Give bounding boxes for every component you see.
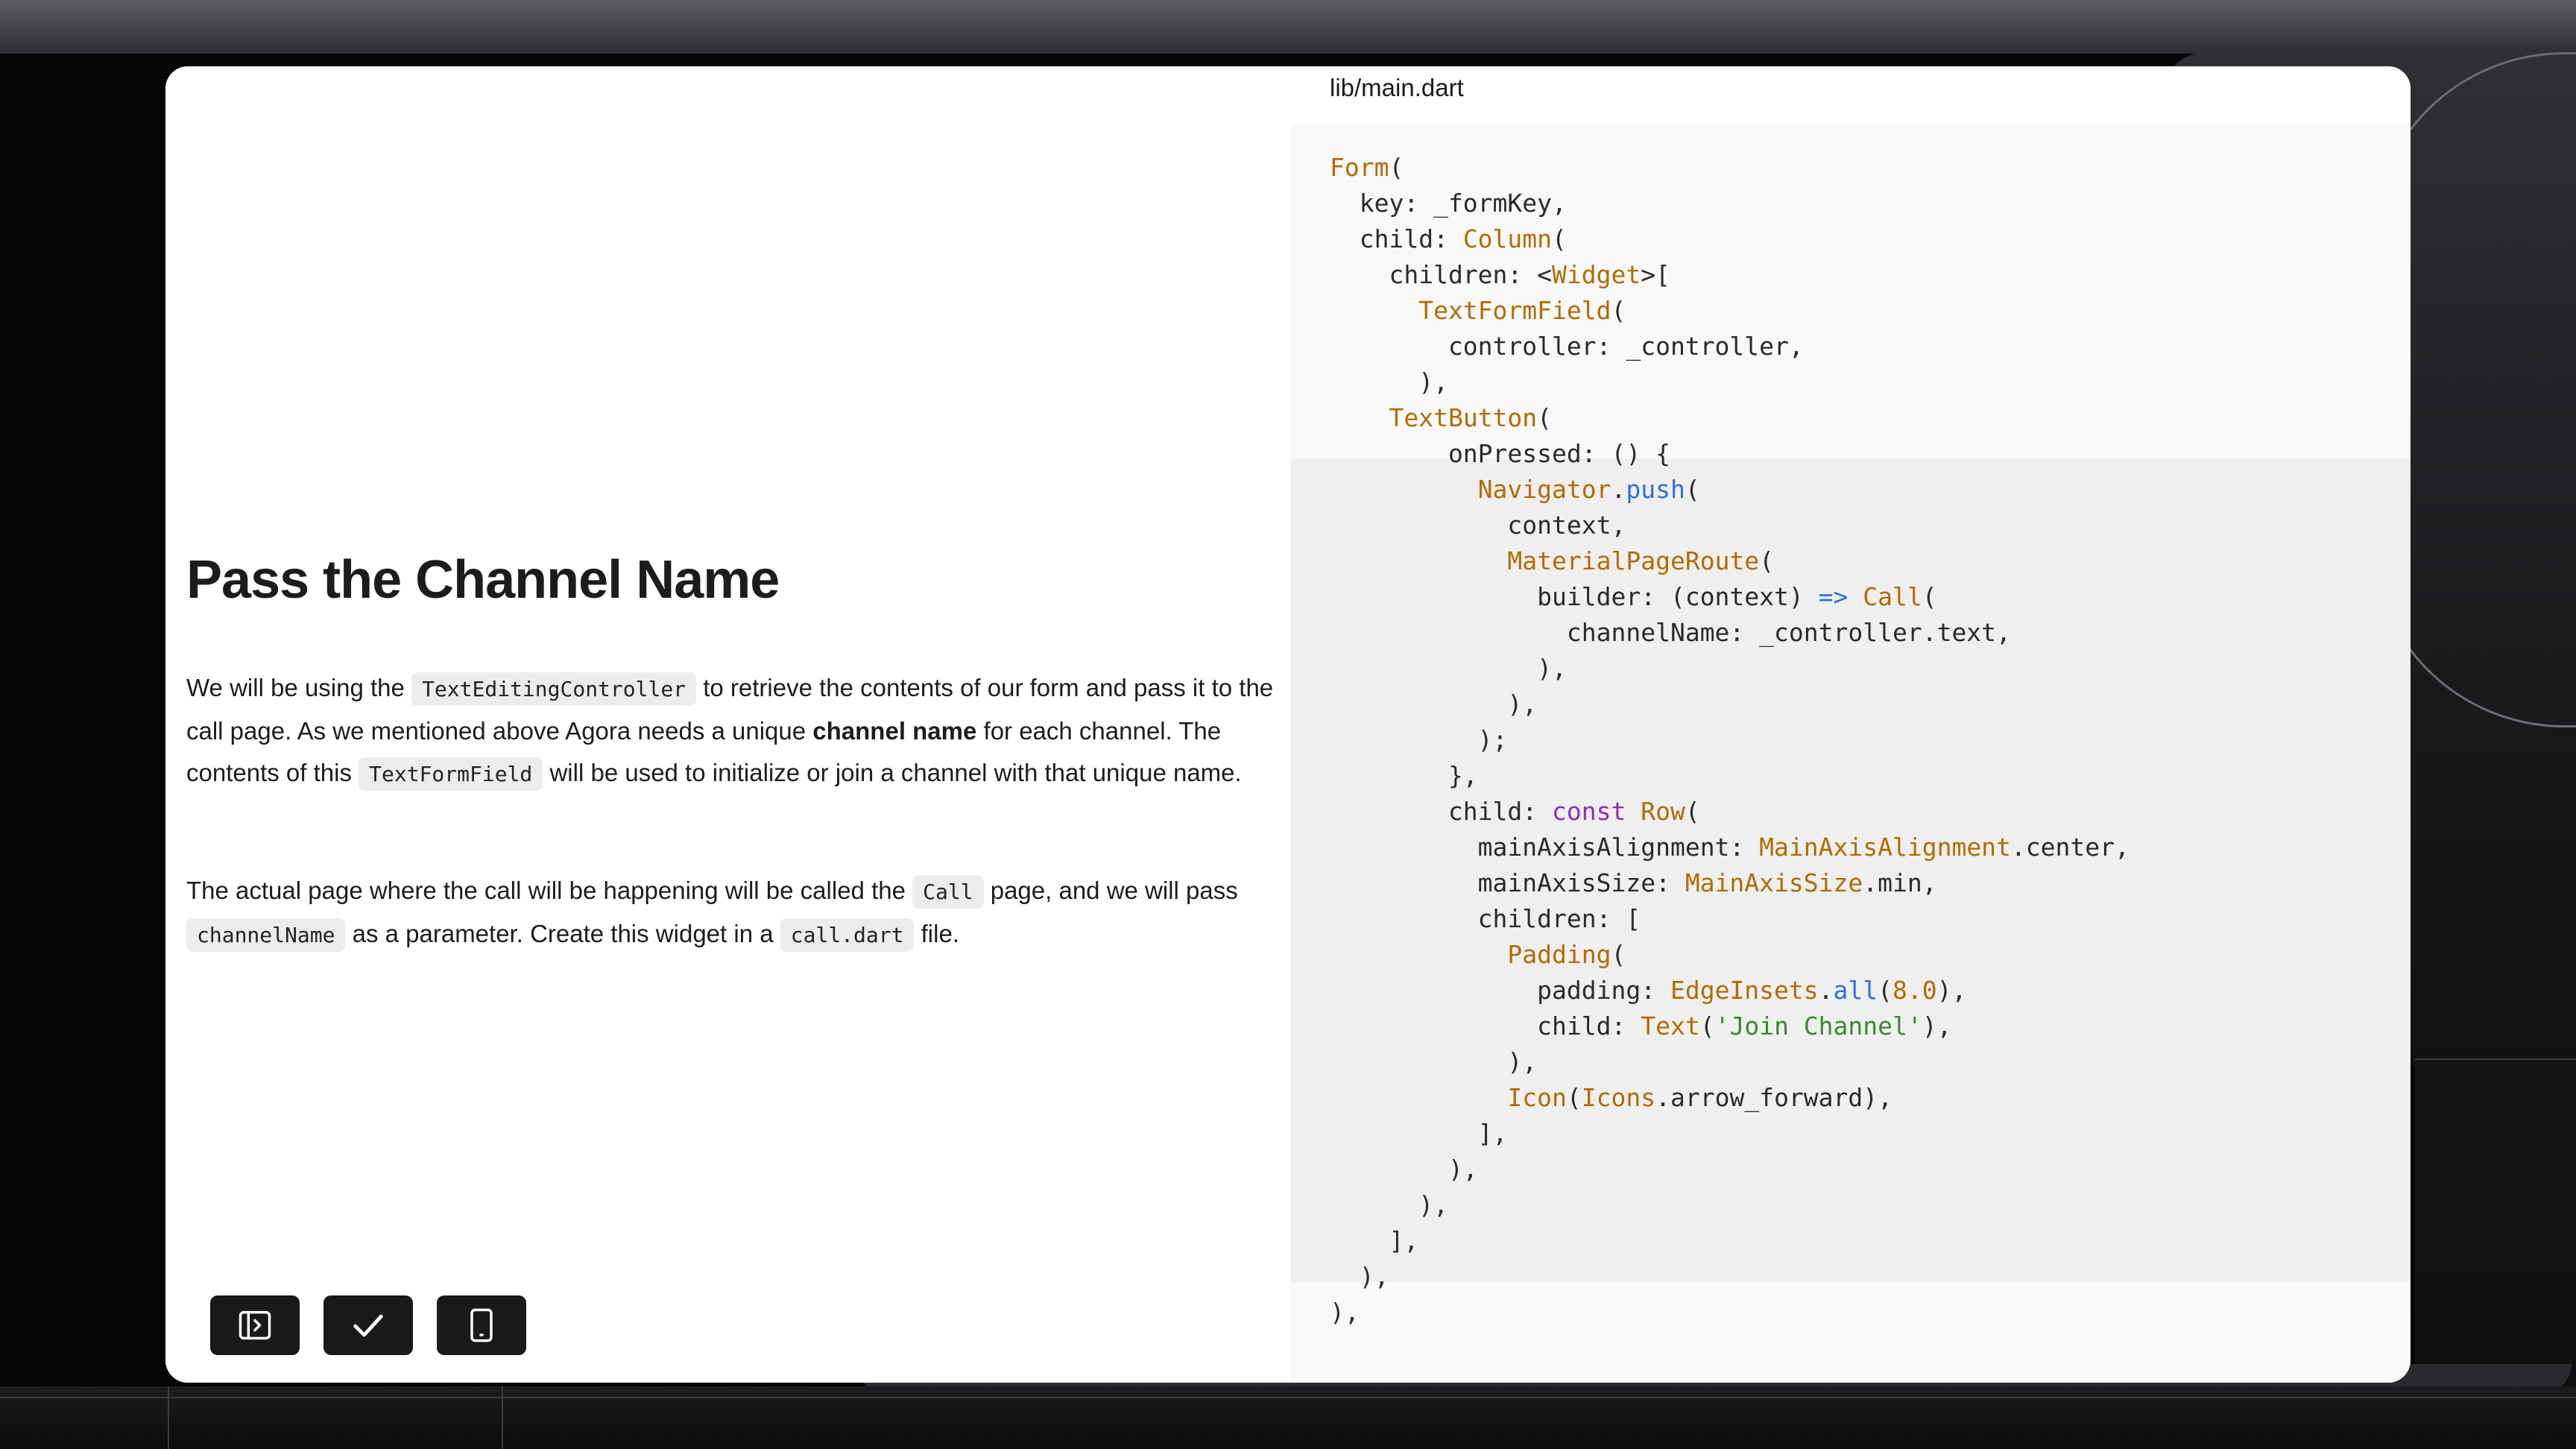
text: We will be using the bbox=[186, 674, 412, 701]
code-line: context, bbox=[1330, 511, 1626, 540]
sidebar-toggle-icon bbox=[239, 1310, 271, 1340]
lesson-toolbar bbox=[210, 1295, 526, 1355]
code-line: ); bbox=[1330, 725, 1508, 754]
text: will be used to initialize or join a cha… bbox=[543, 759, 1242, 786]
code-line: ), bbox=[1330, 1155, 1478, 1184]
code-line: onPressed: () { bbox=[1330, 439, 1670, 468]
code-line: Icon(Icons.arrow_forward), bbox=[1507, 1083, 1893, 1112]
text: file. bbox=[914, 920, 959, 947]
code-line: ], bbox=[1330, 1119, 1508, 1148]
code-line: key: _formKey, bbox=[1330, 189, 1567, 218]
toggle-sidebar-button[interactable] bbox=[210, 1295, 300, 1355]
tutorial-window: Pass the Channel Name We will be using t… bbox=[165, 66, 2411, 1383]
code-line: builder: (context) => Call( bbox=[1330, 582, 1937, 611]
code-line: TextFormField( bbox=[1418, 296, 1626, 325]
code-line: }, bbox=[1330, 761, 1478, 790]
code-line: ), bbox=[1330, 654, 1567, 683]
check-button[interactable] bbox=[323, 1295, 413, 1355]
code-line: Form( bbox=[1330, 153, 1404, 182]
check-icon bbox=[353, 1314, 383, 1337]
mobile-preview-icon bbox=[470, 1308, 493, 1342]
inline-code: call.dart bbox=[780, 918, 915, 952]
code-line: child: Text('Join Channel'), bbox=[1330, 1011, 1952, 1041]
code-line: child: const Row( bbox=[1330, 797, 1700, 826]
lesson-paragraph-1: We will be using the TextEditingControll… bbox=[186, 667, 1275, 795]
text: as a parameter. Create this widget in a bbox=[345, 920, 780, 947]
lesson-panel: Pass the Channel Name We will be using t… bbox=[165, 66, 1291, 1383]
code-line: mainAxisSize: MainAxisSize.min, bbox=[1330, 868, 1937, 897]
code-line: ), bbox=[1330, 1298, 1360, 1327]
text: page, and we will pass bbox=[983, 877, 1238, 904]
code-line: Padding( bbox=[1507, 940, 1626, 969]
file-tab[interactable]: lib/main.dart bbox=[1291, 66, 2411, 124]
code-line: controller: _controller, bbox=[1330, 332, 1804, 361]
code-line: TextButton( bbox=[1389, 403, 1553, 432]
inline-code: channelName bbox=[186, 918, 346, 952]
lesson-title: Pass the Channel Name bbox=[186, 550, 780, 610]
code-line: children: <Widget>[ bbox=[1330, 260, 1670, 289]
code-line: Navigator.push( bbox=[1477, 475, 1700, 504]
code-line: child: Column( bbox=[1330, 224, 1567, 253]
code-lines: Form( key: _formKey, child: Column( chil… bbox=[1330, 150, 2130, 1330]
mobile-preview-button[interactable] bbox=[437, 1295, 526, 1355]
code-line: padding: EdgeInsets.all(8.0), bbox=[1330, 976, 1967, 1005]
code-line: ), bbox=[1330, 1262, 1389, 1291]
inline-code: TextEditingController bbox=[411, 672, 697, 706]
code-line: MaterialPageRoute( bbox=[1507, 546, 1775, 575]
text: The actual page where the call will be h… bbox=[186, 877, 913, 904]
bold-text: channel name bbox=[812, 717, 977, 745]
code-line: ), bbox=[1330, 367, 1448, 397]
inline-code: TextFormField bbox=[359, 757, 543, 791]
code-line: ), bbox=[1330, 1047, 1538, 1076]
lesson-paragraph-2: The actual page where the call will be h… bbox=[186, 870, 1275, 956]
code-line: children: [ bbox=[1330, 904, 1641, 933]
code-line: channelName: _controller.text, bbox=[1330, 618, 2011, 647]
code-line: ), bbox=[1330, 689, 1538, 719]
code-panel: lib/main.dart Form( key: _formKey, child… bbox=[1291, 66, 2411, 1383]
code-line: ), bbox=[1330, 1190, 1448, 1219]
file-name: lib/main.dart bbox=[1330, 74, 1464, 101]
inline-code: Call bbox=[912, 875, 984, 909]
code-line: mainAxisAlignment: MainAxisAlignment.cen… bbox=[1330, 833, 2130, 862]
code-line: ], bbox=[1330, 1226, 1419, 1255]
